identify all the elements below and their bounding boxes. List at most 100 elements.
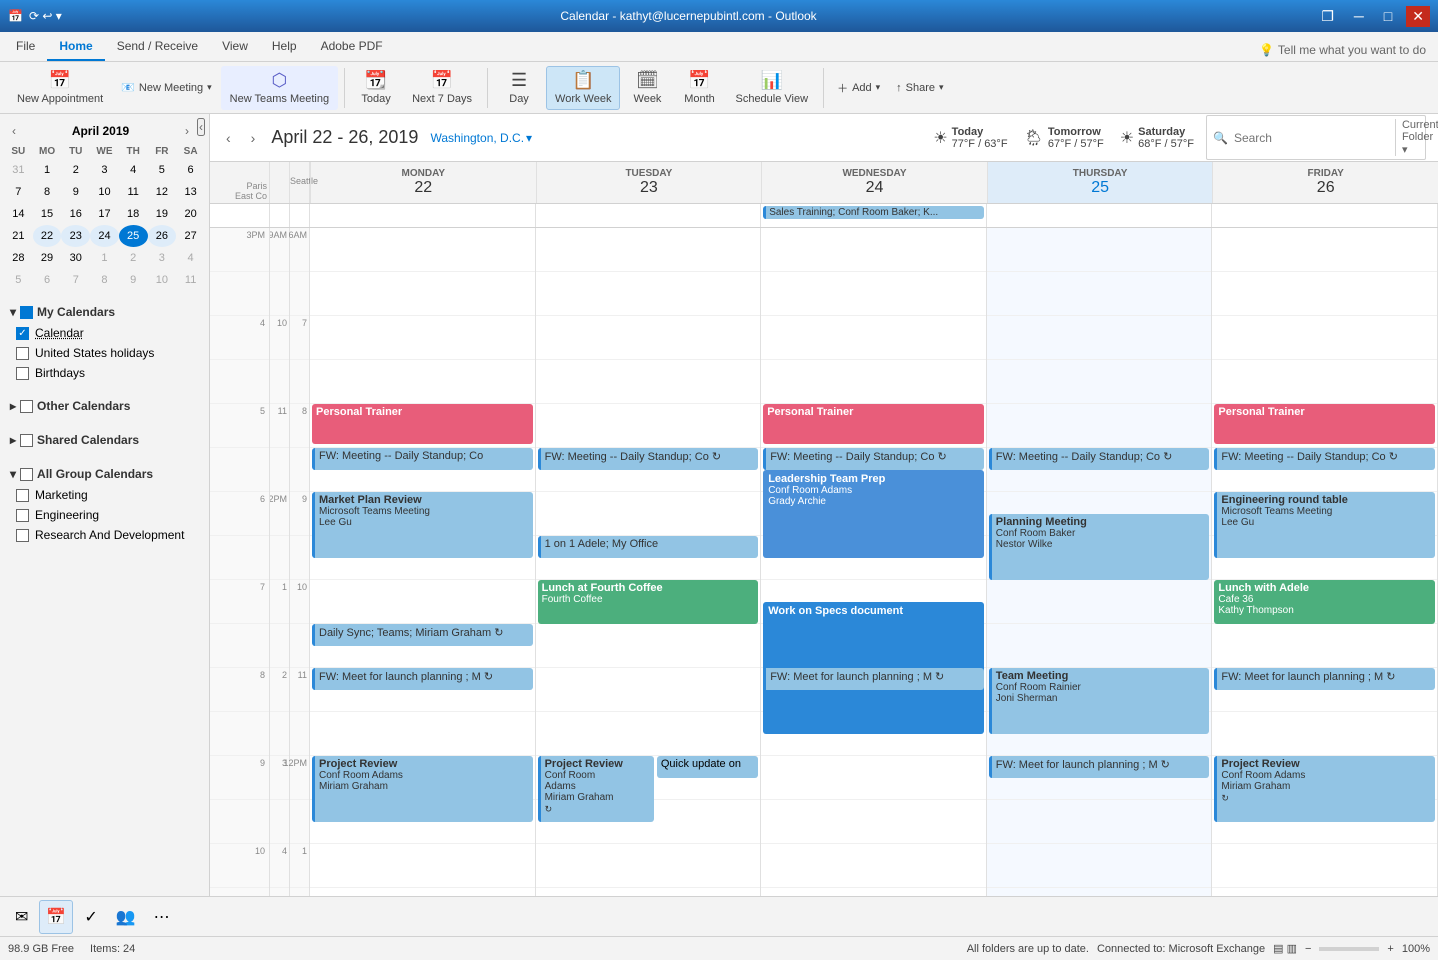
day-time-slot[interactable]	[310, 712, 535, 756]
sales-training-event[interactable]: Sales Training; Conf Room Baker; K...	[763, 206, 984, 219]
mini-cal-cell[interactable]: 30	[61, 247, 90, 269]
day-time-slot[interactable]	[536, 668, 761, 712]
day-time-slot[interactable]	[536, 404, 761, 448]
day-time-slot[interactable]	[761, 228, 986, 272]
other-calendars-header[interactable]: ▸ Other Calendars	[8, 395, 201, 417]
mini-cal-cell[interactable]: 18	[119, 203, 148, 225]
fw-standup-friday[interactable]: FW: Meeting -- Daily Standup; Co ↻	[1214, 448, 1435, 470]
mini-cal-cell[interactable]: 22	[33, 225, 62, 247]
day-time-slot[interactable]	[310, 316, 535, 360]
tab-help[interactable]: Help	[260, 33, 309, 61]
day-time-slot[interactable]	[536, 624, 761, 668]
add-button[interactable]: ＋ Add ▾	[830, 66, 887, 110]
shared-calendars-header[interactable]: ▸ Shared Calendars	[8, 429, 201, 451]
mini-cal-cell[interactable]: 24	[90, 225, 119, 247]
mini-cal-cell[interactable]: 6	[33, 269, 62, 291]
add-dropdown-icon[interactable]: ▾	[876, 82, 881, 93]
view-icons[interactable]: ▤ ▥	[1273, 942, 1297, 955]
sidebar-item-engineering[interactable]: Engineering	[8, 505, 201, 525]
day-time-slot[interactable]	[761, 360, 986, 404]
tab-home[interactable]: Home	[47, 33, 104, 61]
rnd-checkbox[interactable]	[16, 529, 29, 542]
day-time-slot[interactable]	[310, 580, 535, 624]
mini-cal-cell[interactable]: 4	[119, 159, 148, 181]
day-time-slot[interactable]	[310, 360, 535, 404]
all-group-checkbox[interactable]	[20, 468, 33, 481]
lunch-adele-friday[interactable]: Lunch with Adele Cafe 36 Kathy Thompson	[1214, 580, 1435, 624]
mini-cal-prev-button[interactable]: ‹	[8, 122, 20, 140]
other-calendars-checkbox[interactable]	[20, 400, 33, 413]
day-time-slot[interactable]	[761, 888, 986, 896]
day-time-slot[interactable]	[761, 800, 986, 844]
mini-cal-cell[interactable]: 20	[176, 203, 205, 225]
mini-cal-cell[interactable]: 12	[148, 181, 177, 203]
day-time-slot[interactable]	[310, 272, 535, 316]
maximize-button[interactable]: □	[1378, 6, 1398, 27]
day-time-slot[interactable]	[536, 316, 761, 360]
search-folder-dropdown[interactable]: Current Folder ▾	[1395, 119, 1438, 156]
minimize-button[interactable]: ─	[1348, 6, 1370, 27]
mini-cal-cell[interactable]: 31	[4, 159, 33, 181]
mini-cal-cell[interactable]: 11	[119, 181, 148, 203]
window-controls-left[interactable]: ⟳ ↩ ▾	[29, 9, 62, 23]
nav-more-button[interactable]: ⋯	[147, 900, 177, 934]
search-input[interactable]	[1234, 131, 1389, 145]
cal-next-button[interactable]: ›	[247, 128, 260, 148]
mini-cal-cell[interactable]: 21	[4, 225, 33, 247]
mini-cal-cell[interactable]: 4	[176, 247, 205, 269]
mini-cal-cell[interactable]: 5	[148, 159, 177, 181]
close-button[interactable]: ✕	[1406, 6, 1430, 27]
mini-cal-next-button[interactable]: ›	[181, 122, 193, 140]
share-button[interactable]: ↑ Share ▾	[889, 66, 950, 110]
mini-cal-cell[interactable]: 2	[61, 159, 90, 181]
mini-cal-cell[interactable]: 14	[4, 203, 33, 225]
day-time-slot[interactable]	[987, 316, 1212, 360]
team-meeting[interactable]: Team Meeting Conf Room Rainier Joni Sher…	[989, 668, 1210, 734]
day-time-slot[interactable]	[536, 228, 761, 272]
sidebar-item-marketing[interactable]: Marketing	[8, 485, 201, 505]
day-time-slot[interactable]	[536, 888, 761, 896]
mini-cal-cell[interactable]: 8	[33, 181, 62, 203]
nav-calendar-button[interactable]: 📅	[39, 900, 73, 934]
marketing-checkbox[interactable]	[16, 489, 29, 502]
day-time-slot[interactable]	[536, 492, 761, 536]
day-time-slot[interactable]	[310, 888, 535, 896]
day-time-slot[interactable]	[761, 844, 986, 888]
day-time-slot[interactable]	[536, 360, 761, 404]
day-time-slot[interactable]	[761, 316, 986, 360]
schedule-view-button[interactable]: 📊 Schedule View	[726, 66, 817, 110]
fw-launch-wednesday[interactable]: FW: Meet for launch planning ; M ↻	[763, 668, 984, 690]
shared-calendars-checkbox[interactable]	[20, 434, 33, 447]
mini-cal-cell[interactable]: 7	[4, 181, 33, 203]
mini-cal-cell[interactable]: 9	[119, 269, 148, 291]
day-time-slot[interactable]	[987, 624, 1212, 668]
cal-location[interactable]: Washington, D.C. ▾	[430, 131, 532, 145]
mini-cal-cell[interactable]: 26	[148, 225, 177, 247]
sidebar-collapse-button[interactable]: ‹	[197, 118, 205, 136]
fw-standup-monday[interactable]: FW: Meeting -- Daily Standup; Co	[312, 448, 533, 470]
tab-file[interactable]: File	[4, 33, 47, 61]
mini-cal-cell[interactable]: 1	[33, 159, 62, 181]
day-time-slot[interactable]	[1212, 228, 1437, 272]
new-meeting-dropdown-icon[interactable]: ▾	[207, 82, 212, 93]
month-button[interactable]: 📅 Month	[674, 66, 724, 110]
daily-sync-monday[interactable]: Daily Sync; Teams; Miriam Graham ↻	[312, 624, 533, 646]
sidebar-item-birthdays[interactable]: Birthdays	[8, 363, 201, 383]
day-time-slot[interactable]	[987, 844, 1212, 888]
project-review-monday[interactable]: Project Review Conf Room Adams Miriam Gr…	[312, 756, 533, 822]
mini-cal-cell[interactable]: 10	[90, 181, 119, 203]
new-teams-meeting-button[interactable]: ⬡ New Teams Meeting	[221, 66, 338, 110]
mini-cal-cell[interactable]: 11	[176, 269, 205, 291]
mini-cal-cell[interactable]: 27	[176, 225, 205, 247]
day-time-slot[interactable]	[987, 800, 1212, 844]
mini-cal-cell[interactable]: 16	[61, 203, 90, 225]
sidebar-item-us-holidays[interactable]: United States holidays	[8, 343, 201, 363]
search-box[interactable]: 🔍 Current Folder ▾	[1206, 115, 1426, 160]
mini-cal-cell[interactable]: 3	[90, 159, 119, 181]
day-time-slot[interactable]	[310, 844, 535, 888]
day-time-slot[interactable]	[310, 228, 535, 272]
week-button[interactable]: 🗓 Week	[622, 66, 672, 110]
project-review-tuesday[interactable]: Project Review Conf Room Adams Miriam Gr…	[538, 756, 655, 822]
mini-cal-cell[interactable]: 29	[33, 247, 62, 269]
fw-launch-thursday[interactable]: FW: Meet for launch planning ; M ↻	[989, 756, 1210, 778]
